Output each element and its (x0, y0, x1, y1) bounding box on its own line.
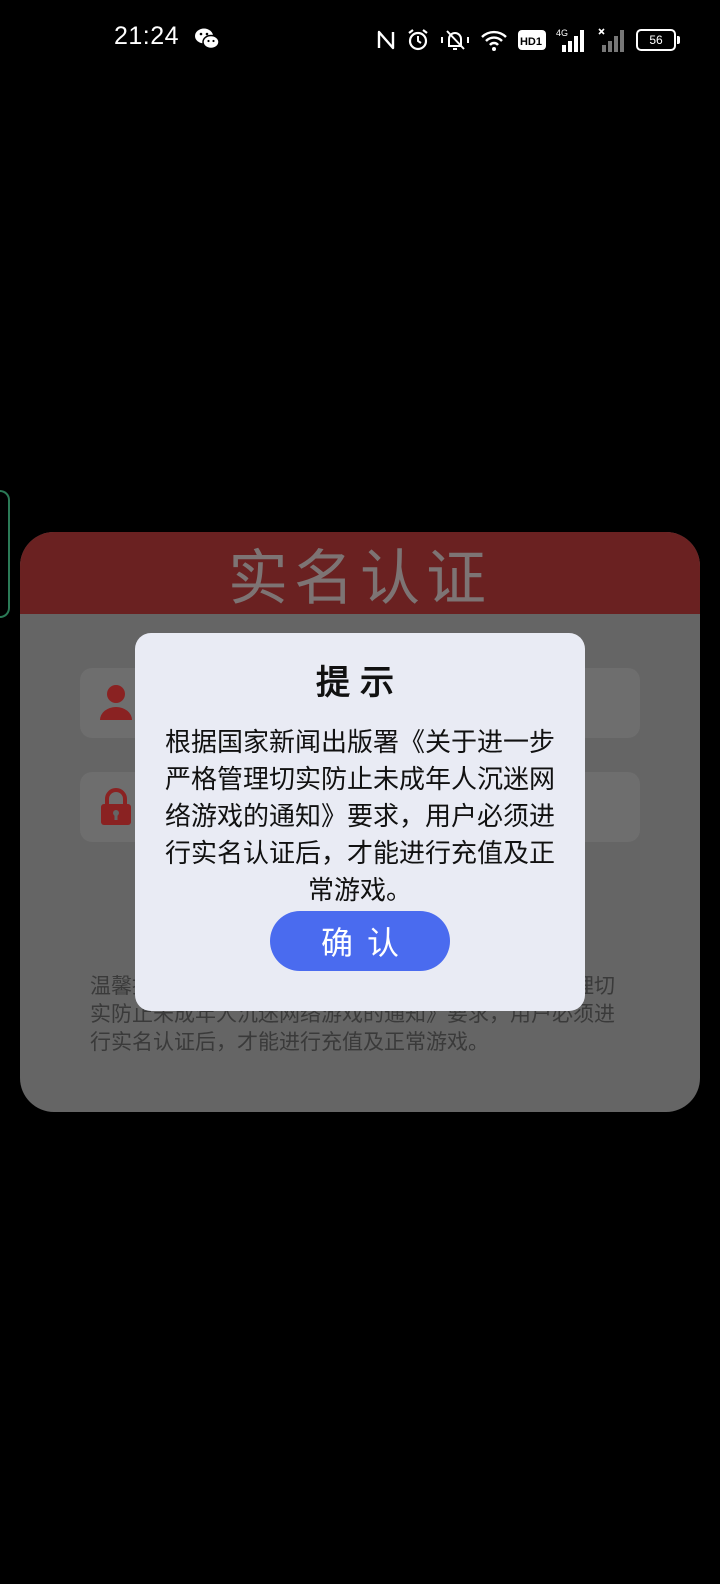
alarm-icon (408, 29, 428, 51)
mute-icon (441, 30, 469, 50)
wifi-icon (481, 30, 507, 51)
user-icon (100, 685, 132, 720)
wechat-icon (195, 28, 220, 50)
panel-header: 实名认证 (20, 532, 700, 614)
signal-icon (598, 28, 624, 52)
status-bar: 21:24 HD1 4G 56 (0, 0, 720, 80)
panel-title: 实名认证 (228, 543, 492, 614)
svg-text:HD1: HD1 (520, 36, 542, 48)
edge-handle[interactable] (0, 490, 10, 618)
lock-icon (101, 788, 131, 825)
svg-text:4G: 4G (556, 28, 568, 38)
nfc-icon (377, 30, 395, 50)
battery-level: 56 (649, 33, 663, 47)
hd-icon: HD1 (518, 30, 546, 50)
signal-4g-icon: 4G (556, 28, 584, 52)
battery-icon: 56 (636, 29, 680, 51)
confirm-button[interactable]: 确认 (270, 911, 450, 971)
status-time: 21:24 (114, 22, 180, 50)
dialog-title: 提示 (316, 663, 404, 703)
tip-dialog: 提示 根据国家新闻出版署《关于进一步严格管理切实防止未成年人沉迷网络游戏的通知》… (135, 633, 585, 1011)
dialog-message: 根据国家新闻出版署《关于进一步严格管理切实防止未成年人沉迷网络游戏的通知》要求，… (164, 728, 555, 906)
